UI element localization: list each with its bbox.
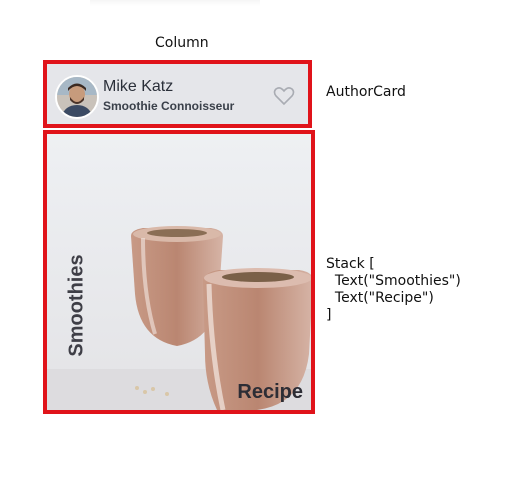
author-avatar [55,75,99,119]
column-label: Column [155,35,209,51]
smoothies-text: Smoothies [65,254,88,357]
stack-label: Stack [ Text("Smoothies") Text("Recipe")… [326,256,461,323]
author-title: Smoothie Connoisseur [103,99,235,113]
top-fade [90,0,260,6]
author-name: Mike Katz [103,78,174,95]
authorcard-label: AuthorCard [326,84,406,100]
person-photo-icon [57,77,97,117]
author-card: Mike Katz Smoothie Connoisseur [43,60,312,128]
heart-outline-icon[interactable] [273,86,295,106]
stack-card: Smoothies Recipe [43,130,315,414]
recipe-text: Recipe [237,381,303,403]
